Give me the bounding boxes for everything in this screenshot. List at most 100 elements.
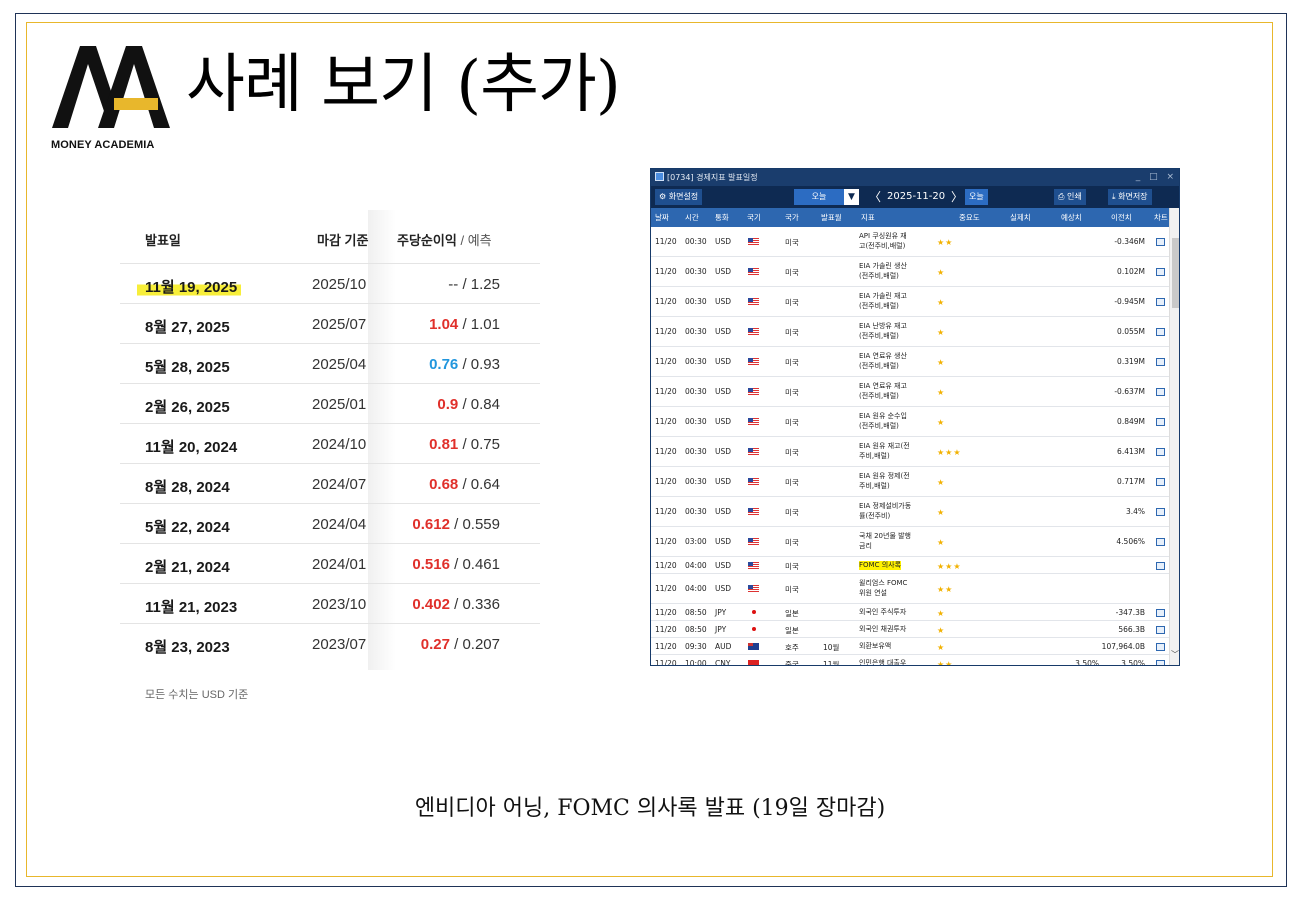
calendar-row[interactable]: 11/20 00:30 USD 미국 EIA 난방유 재고 (전주비,배럴) ★ 0.055M — [651, 317, 1169, 347]
release-date: 11월 21, 2023 — [145, 599, 238, 616]
eps-estimate: 0.75 — [470, 436, 500, 453]
table-row[interactable]: 5월 22, 2024 2024/04 0.612 / 0.559 — [120, 503, 540, 543]
header-eps[interactable]: 주당순이익 / 예측 — [397, 230, 492, 249]
us-flag-icon — [748, 538, 759, 547]
table-row[interactable]: 11월 19, 2025 2025/10 -- / 1.25 — [120, 263, 540, 303]
calendar-row[interactable]: 11/20 04:00 USD 미국 윌리엄스 FOMC 위원 연설 ★★ — [651, 574, 1169, 604]
header-period-end[interactable]: 마감 기준 — [317, 230, 368, 249]
logo-wordmark: MONEY ACADEMIA — [51, 139, 155, 151]
calendar-row[interactable]: 11/20 08:50 JPY 일본 외국인 주식투자 ★ -347.3B — [651, 604, 1169, 621]
country-name: 미국 — [785, 358, 799, 367]
importance-stars-icon: ★★★ — [937, 448, 962, 457]
column-header[interactable]: 발표월 — [821, 208, 842, 227]
event-date: 11/20 — [655, 507, 677, 516]
release-month: 10월 — [823, 642, 840, 652]
column-header[interactable]: 실제치 — [1010, 208, 1031, 227]
event-date: 11/20 — [655, 417, 677, 426]
column-header[interactable]: 통화 — [715, 208, 729, 227]
release-date: 5월 28, 2025 — [145, 359, 230, 376]
column-header[interactable]: 중요도 — [959, 208, 980, 227]
indicator-name-line2: (전주비,배럴) — [859, 362, 899, 370]
table-row[interactable]: 11월 21, 2023 2023/10 0.402 / 0.336 — [120, 583, 540, 623]
currency-code: USD — [715, 327, 732, 336]
column-header[interactable]: 지표 — [861, 208, 875, 227]
table-row[interactable]: 5월 28, 2025 2025/04 0.76 / 0.93 — [120, 343, 540, 383]
next-date-button[interactable]: 〉 — [951, 188, 963, 206]
table-row[interactable]: 8월 28, 2024 2024/07 0.68 / 0.64 — [120, 463, 540, 503]
previous-value: 0.055M — [1117, 327, 1145, 336]
indicator-name: FOMC 의사록 — [859, 560, 902, 570]
indicator-name-line2: 주비,배럴) — [859, 452, 890, 460]
date-field[interactable]: 2025-11-20 — [887, 189, 945, 205]
printer-icon: ⎙ — [1058, 192, 1065, 201]
event-date: 11/20 — [655, 607, 677, 617]
calendar-row[interactable]: 11/20 00:30 USD 미국 EIA 원유 재고(전 주비,배럴) ★★★ 6.413… — [651, 437, 1169, 467]
calendar-row[interactable]: 11/20 10:00 CNY 중국 11월 인민은행 대출우 ★★ 3.50% 3.50% — [651, 655, 1169, 666]
event-time: 00:30 — [685, 447, 707, 456]
indicator-name-line1: EIA 원유 순수입 — [859, 412, 907, 420]
calendar-row[interactable]: 11/20 00:30 USD 미국 EIA 연료유 생산 (전주비,배럴) ★ 0.319M — [651, 347, 1169, 377]
period-select[interactable]: 오늘 — [794, 189, 844, 205]
window-controls[interactable]: _ □ × — [1136, 169, 1177, 186]
previous-value: 6.413M — [1117, 447, 1145, 456]
column-header[interactable]: 국기 — [747, 208, 761, 227]
column-header[interactable]: 국가 — [785, 208, 799, 227]
previous-value: 0.319M — [1117, 357, 1145, 366]
indicator-name-line1: 국채 20년물 발행 — [859, 532, 911, 540]
importance-stars-icon: ★ — [937, 625, 946, 635]
importance-stars-icon: ★★ — [937, 659, 954, 666]
calendar-row[interactable]: 11/20 00:30 USD 미국 EIA 원유 정제(전 주비,배럴) ★ 0.717M — [651, 467, 1169, 497]
fiscal-period: 2024/07 — [312, 476, 367, 493]
calendar-row[interactable]: 11/20 00:30 USD 미국 EIA 가솔린 생산 (전주비,배럴) ★ 0.102M — [651, 257, 1169, 287]
eps-estimate: 1.25 — [470, 276, 500, 293]
calendar-row[interactable]: 11/20 00:30 USD 미국 EIA 원유 순수입 (전주비,배럴) ★ 0.849M — [651, 407, 1169, 437]
indicator-name-line2: 고(전주비,배럴) — [859, 242, 906, 250]
chevron-down-icon[interactable]: ▼ — [844, 189, 859, 205]
fiscal-period: 2024/10 — [312, 436, 367, 453]
eps-estimate: 1.01 — [470, 316, 500, 333]
fiscal-period: 2025/10 — [312, 276, 367, 293]
calendar-row[interactable]: 11/20 04:00 USD 미국 FOMC 의사록 ★★★ — [651, 557, 1169, 574]
calendar-row[interactable]: 11/20 08:50 JPY 일본 외국인 채권투자 ★ 566.3B — [651, 621, 1169, 638]
save-screen-button[interactable]: ⤓ 화면저장 — [1108, 189, 1152, 205]
scrollbar-thumb[interactable] — [1172, 238, 1179, 308]
calendar-row[interactable]: 11/20 00:30 USD 미국 EIA 정제설비가동 률(전주비) ★ 3.4% — [651, 497, 1169, 527]
table-row[interactable]: 11월 20, 2024 2024/10 0.81 / 0.75 — [120, 423, 540, 463]
vertical-scrollbar[interactable]: ﹀ — [1169, 208, 1179, 665]
us-flag-icon — [748, 238, 759, 247]
screen-settings-button[interactable]: ⚙ 화면설정 — [655, 189, 703, 205]
calendar-row[interactable]: 11/20 03:00 USD 미국 국채 20년물 발행 금리 ★ 4.506% — [651, 527, 1169, 557]
release-date: 8월 23, 2023 — [145, 639, 230, 656]
table-row[interactable]: 2월 21, 2024 2024/01 0.516 / 0.461 — [120, 543, 540, 583]
column-header[interactable]: 예상치 — [1061, 208, 1082, 227]
earnings-table-header: 발표일 마감 기준 주당순이익 / 예측 — [120, 210, 540, 263]
header-release-date[interactable]: 발표일 — [145, 230, 181, 249]
event-time: 00:30 — [685, 477, 707, 486]
column-header[interactable]: 차트 — [1154, 208, 1168, 227]
scroll-down-icon[interactable]: ﹀ — [1171, 649, 1179, 660]
slide-caption: 엔비디아 어닝, FOMC 의사록 발표 (19일 장마감) — [414, 796, 886, 821]
calendar-row[interactable]: 11/20 00:30 USD 미국 EIA 연료유 재고 (전주비,배럴) ★ -0.637… — [651, 377, 1169, 407]
calendar-row[interactable]: 11/20 00:30 USD 미국 API 쿠싱원유 재 고(전주비,배럴) ★★ -0.3… — [651, 227, 1169, 257]
column-header[interactable]: 날짜 — [655, 208, 669, 227]
eps-value: 0.516 / 0.461 — [412, 556, 500, 573]
event-time: 04:00 — [685, 584, 707, 593]
column-header[interactable]: 시간 — [685, 208, 699, 227]
country-name: 미국 — [785, 585, 799, 594]
column-header[interactable]: 이전치 — [1111, 208, 1132, 227]
prev-date-button[interactable]: 〈 — [869, 188, 881, 206]
event-time: 00:30 — [685, 267, 707, 276]
calendar-row[interactable]: 11/20 00:30 USD 미국 EIA 가솔린 재고 (전주비,배럴) ★ -0.945… — [651, 287, 1169, 317]
country-name: 미국 — [785, 328, 799, 337]
eps-separator: / — [454, 596, 459, 613]
calendar-row[interactable]: 11/20 09:30 AUD 호주 10월 외환보유액 ★ 107,964.0B — [651, 638, 1169, 655]
indicator-name-line1: EIA 정제설비가동 — [859, 502, 912, 510]
eps-value: 0.76 / 0.93 — [429, 356, 500, 373]
event-date: 11/20 — [655, 584, 677, 593]
indicator-name: 외국인 채권투자 — [859, 624, 907, 633]
table-row[interactable]: 2월 26, 2025 2025/01 0.9 / 0.84 — [120, 383, 540, 423]
print-button[interactable]: ⎙ 인쇄 — [1054, 189, 1086, 205]
table-row[interactable]: 8월 23, 2023 2023/07 0.27 / 0.207 — [120, 623, 540, 663]
table-row[interactable]: 8월 27, 2025 2025/07 1.04 / 1.01 — [120, 303, 540, 343]
today-button[interactable]: 오늘 — [965, 189, 988, 205]
